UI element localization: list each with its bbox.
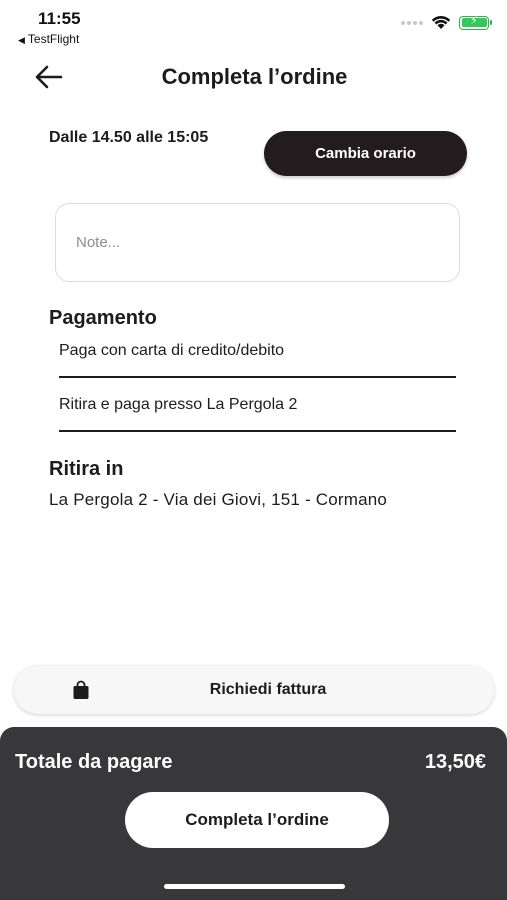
total-value: 13,50€ — [424, 751, 486, 773]
notes-input[interactable] — [56, 204, 459, 281]
home-indicator[interactable] — [164, 884, 345, 889]
order-screen: 11:55 ◀ TestFlight ⚡ Completa l’ordine Da… — [0, 0, 507, 900]
battery-icon: ⚡ — [459, 15, 492, 30]
complete-order-button[interactable]: Completa l’ordine — [125, 792, 389, 848]
pickup-address: La Pergola 2 - Via dei Giovi, 151 - Corm… — [49, 490, 388, 509]
request-invoice-button[interactable]: Richiedi fattura — [14, 666, 494, 714]
pickup-time-range: Dalle 14.50 alle 15:05 — [49, 129, 209, 146]
change-time-button[interactable]: Cambia orario — [264, 131, 467, 176]
page-title: Completa l’ordine — [161, 64, 348, 89]
back-app-label: TestFlight — [27, 32, 80, 46]
back-to-app-link[interactable]: ◀ TestFlight — [18, 32, 79, 46]
status-time: 11:55 — [38, 9, 81, 28]
checkout-panel: Totale da pagare 13,50€ Completa l’ordin… — [0, 727, 507, 900]
status-indicators: ⚡ — [401, 15, 492, 30]
notes-field-container — [55, 203, 460, 282]
payment-option-in-store[interactable]: Ritira e paga presso La Pergola 2 — [59, 390, 456, 432]
payment-option-card[interactable]: Paga con carta di credito/debito — [59, 336, 456, 378]
back-triangle-icon: ◀ — [18, 35, 25, 45]
wifi-icon — [431, 15, 451, 29]
payment-section-title: Pagamento — [49, 307, 157, 329]
pickup-section-title: Ritira in — [49, 458, 124, 480]
shopping-bag-icon — [73, 680, 89, 699]
total-label: Totale da pagare — [15, 751, 173, 773]
signal-icon — [401, 20, 423, 25]
